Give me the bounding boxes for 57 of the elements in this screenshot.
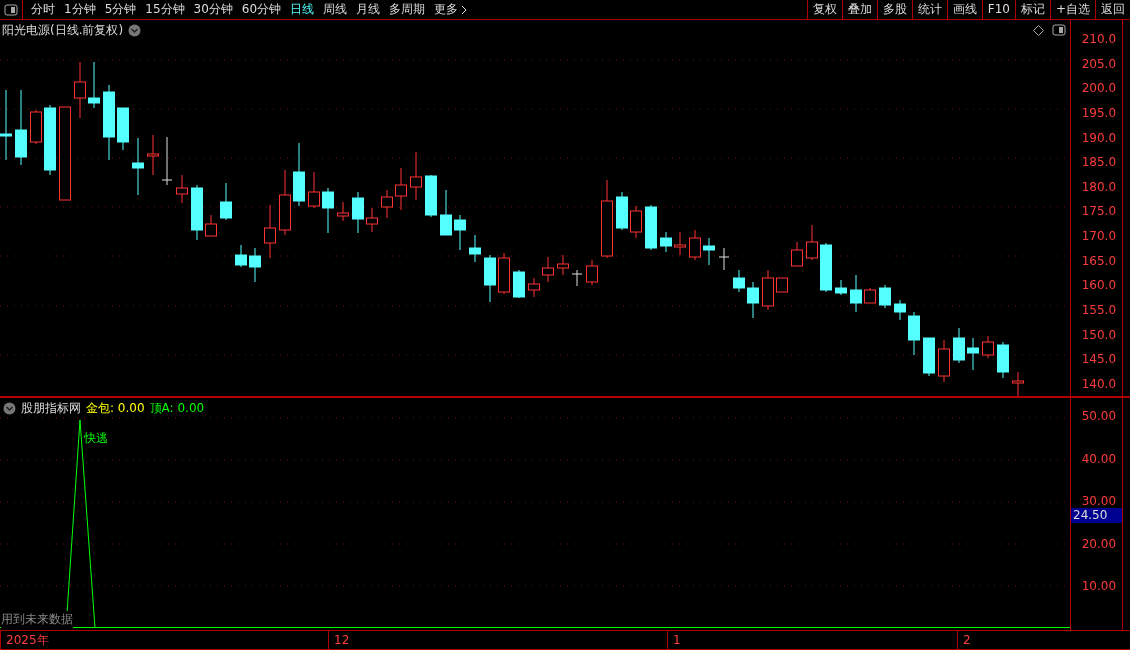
period-tab[interactable]: 60分钟 [237,1,287,18]
price-axis-label: 185.0 [1081,156,1117,170]
price-axis-label: 155.0 [1081,304,1117,318]
date-axis-label: 2025年 [0,631,328,649]
toolbar-button[interactable]: F10 [981,0,1015,19]
signal-label: 快逃 [84,430,108,447]
date-axis-label: 1 [667,631,957,649]
price-axis-label: 210.0 [1081,33,1117,46]
toolbar-button[interactable]: 返回 [1095,0,1130,19]
dropdown-icon[interactable] [3,402,16,415]
period-tab[interactable]: 多周期 [385,1,431,18]
price-axis-label: 175.0 [1081,205,1117,219]
price-axis-label: 160.0 [1081,279,1117,293]
price-axis-label: 200.0 [1081,82,1117,96]
chart-title: 阳光电源(日线.前复权) [2,22,124,39]
period-tab[interactable]: 日线 [286,1,320,18]
date-axis-label: 12 [328,631,667,649]
period-tab[interactable]: 5分钟 [100,1,142,18]
toolbar-button[interactable]: 复权 [806,0,842,19]
price-axis-label: 140.0 [1081,377,1117,391]
indicator-name: 股朋指标网 [21,400,81,417]
toolbar-button[interactable]: 叠加 [841,0,877,19]
price-axis-label: 205.0 [1081,57,1117,71]
indicator-reading: 金包: 0.00 [86,400,145,417]
panel-toggle-icon [4,3,18,16]
toolbar-button[interactable]: 统计 [911,0,947,19]
period-tab[interactable]: 更多 [430,1,473,18]
price-axis-label: 180.0 [1081,180,1117,194]
period-tab[interactable]: 15分钟 [141,1,190,18]
price-axis-label: 170.0 [1081,230,1117,244]
chevron-icon [461,4,468,15]
period-tab[interactable]: 分时 [27,1,60,18]
indicator-axis-label: 20.00 [1081,537,1117,551]
period-tab[interactable]: 周线 [319,1,353,18]
indicator-axis-label: 30.00 [1081,495,1117,508]
indicator-reading: 顶A: 0.00 [149,400,205,417]
diamond-icon[interactable] [1033,24,1044,36]
price-axis-label: 190.0 [1081,131,1117,145]
dropdown-icon[interactable] [128,24,142,37]
price-axis-label: 150.0 [1081,328,1117,342]
toolbar-button[interactable]: 画线 [946,0,982,19]
toolbar-button[interactable]: +自选 [1049,0,1095,19]
period-tab[interactable]: 1分钟 [60,1,101,18]
warning-note: 用到未来数据 [1,611,73,628]
current-value-badge: 24.50 [1071,508,1123,523]
period-tab[interactable]: 月线 [352,1,386,18]
toolbar-button[interactable]: 多股 [876,0,912,19]
panel-toggle-icon[interactable] [1052,24,1066,36]
toolbar-button[interactable]: 标记 [1014,0,1050,19]
indicator-axis-label: 10.00 [1081,580,1117,593]
price-axis-label: 145.0 [1081,353,1117,367]
indicator-axis-label: 40.00 [1081,452,1117,466]
price-axis-label: 195.0 [1081,106,1117,120]
date-axis-label: 2 [957,631,1130,649]
period-tab[interactable]: 30分钟 [189,1,238,18]
price-axis-label: 165.0 [1081,254,1117,268]
indicator-axis-label: 50.00 [1081,410,1117,423]
